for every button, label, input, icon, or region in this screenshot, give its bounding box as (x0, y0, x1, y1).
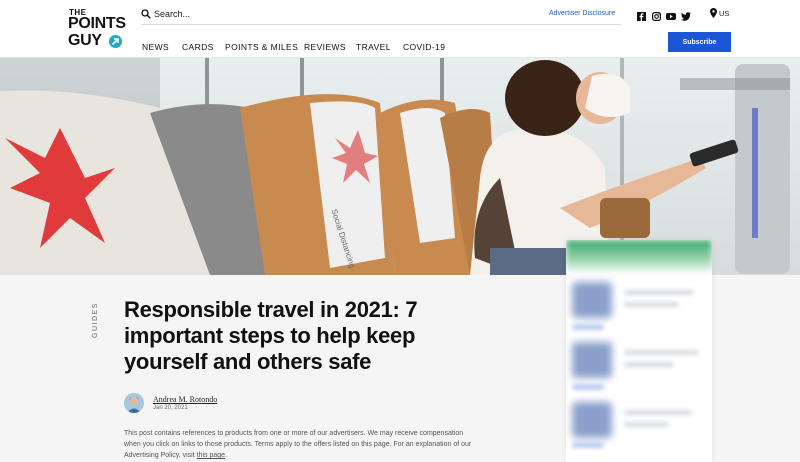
instagram-icon[interactable] (652, 8, 662, 26)
author-link[interactable]: Andrea M. Rotondo (153, 395, 217, 404)
region-label: US (719, 9, 730, 18)
nav-item-travel[interactable]: TRAVEL (356, 42, 391, 52)
search-icon (141, 9, 151, 19)
advertising-policy-link[interactable]: this page (197, 452, 225, 459)
logo-guy: GUY (68, 32, 102, 49)
ad-thumbnail (572, 282, 612, 318)
ad-thumbnail (572, 402, 612, 438)
nav-item-reviews[interactable]: REVIEWS (304, 42, 346, 52)
avatar[interactable] (124, 393, 144, 413)
nav-item-covid-19[interactable]: COVID-19 (403, 42, 445, 52)
subscribe-button[interactable]: Subscribe (668, 32, 731, 52)
arrow-icon (109, 35, 122, 48)
advertiser-disclosure-link[interactable]: Advertiser Disclosure (549, 10, 615, 17)
article-title: Responsible travel in 2021: 7 important … (124, 297, 418, 374)
location-pin-icon (710, 8, 717, 18)
nav-item-points-miles[interactable]: POINTS & MILES (225, 42, 298, 52)
youtube-icon[interactable] (666, 8, 676, 26)
logo-points: POINTS (68, 15, 126, 32)
publish-date: Jan 20, 2021 (153, 405, 188, 411)
search-input[interactable] (154, 7, 354, 21)
site-logo[interactable]: THE POINTS GUY (68, 8, 126, 50)
nav-item-cards[interactable]: CARDS (182, 42, 214, 52)
nav-item-news[interactable]: NEWS (142, 42, 169, 52)
ad-thumbnail (572, 342, 612, 378)
site-header: THE POINTS GUY Advertiser Disclosure US … (0, 0, 800, 58)
twitter-icon[interactable] (681, 8, 691, 26)
advertiser-disclaimer: This post contains references to product… (124, 428, 474, 461)
ad-header (566, 240, 712, 274)
facebook-icon[interactable] (637, 8, 646, 26)
disclaimer-end: . (225, 452, 227, 459)
category-label[interactable]: GUIDES (92, 302, 99, 338)
sidebar-ad[interactable] (566, 240, 712, 462)
disclaimer-text: This post contains references to product… (124, 430, 472, 459)
